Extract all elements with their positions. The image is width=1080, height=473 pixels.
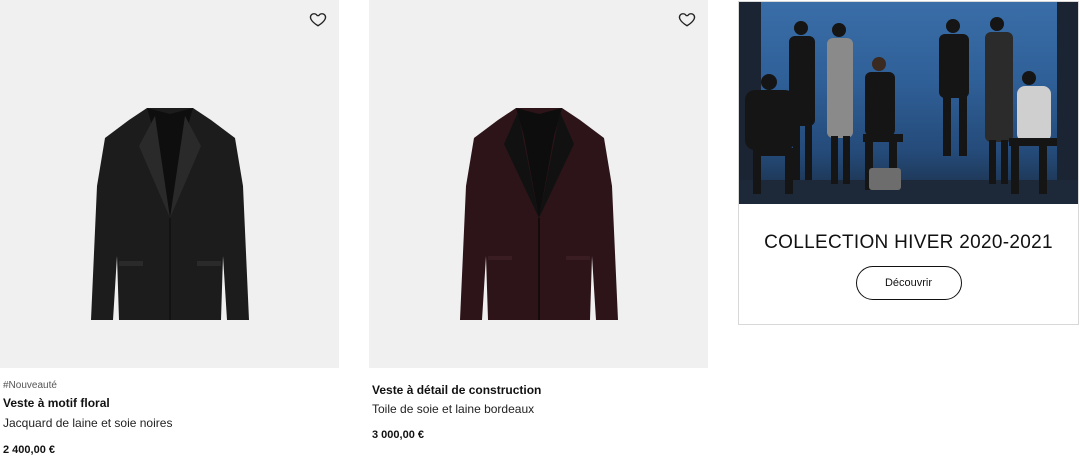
product-description: Toile de soie et laine bordeaux bbox=[372, 402, 535, 416]
heart-outline-icon[interactable] bbox=[678, 10, 696, 28]
models-illustration bbox=[739, 2, 1078, 204]
product-name[interactable]: Veste à détail de construction bbox=[372, 383, 708, 397]
product-image[interactable] bbox=[0, 0, 339, 368]
collection-promo-card[interactable]: COLLECTION HIVER 2020-2021 Découvrir bbox=[738, 1, 1079, 325]
product-tag: #Nouveauté bbox=[3, 380, 57, 391]
product-description: Jacquard de laine et soie noires bbox=[3, 416, 173, 430]
collection-title: COLLECTION HIVER 2020-2021 bbox=[764, 232, 1053, 253]
product-price: 2 400,00 € bbox=[3, 444, 55, 456]
product-price: 3 000,00 € bbox=[372, 429, 424, 441]
product-card[interactable]: Veste à détail de construction Toile de … bbox=[369, 0, 708, 441]
collection-photo bbox=[739, 2, 1078, 204]
jacket-image bbox=[459, 108, 618, 320]
discover-button[interactable]: Découvrir bbox=[855, 266, 962, 300]
product-card[interactable]: #Nouveauté Veste à motif floral Jacquard… bbox=[0, 0, 339, 456]
jacket-image bbox=[90, 108, 249, 320]
product-image[interactable] bbox=[369, 0, 708, 368]
heart-outline-icon[interactable] bbox=[309, 10, 327, 28]
product-name[interactable]: Veste à motif floral bbox=[3, 396, 339, 410]
